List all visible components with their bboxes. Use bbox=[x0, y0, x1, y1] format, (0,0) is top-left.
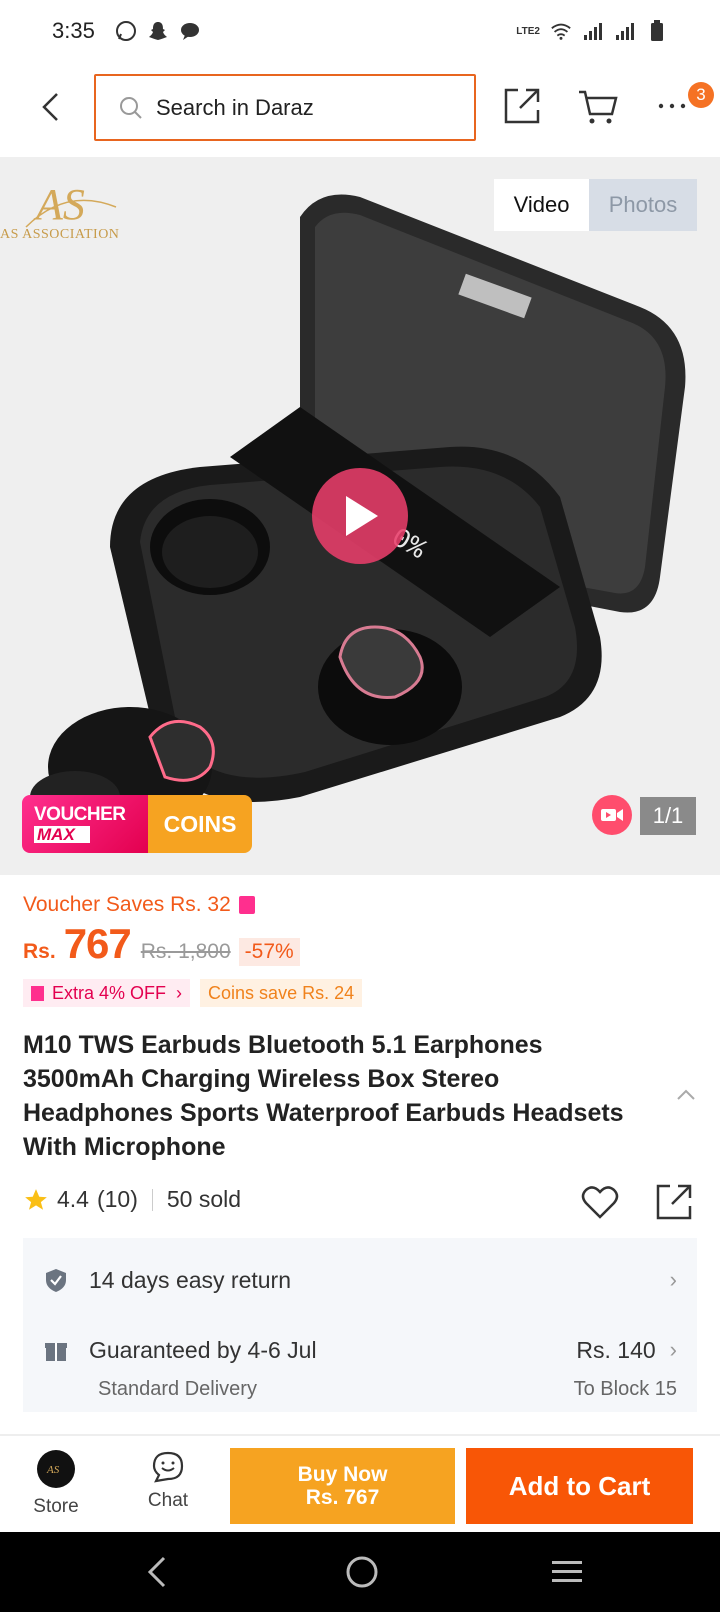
tab-photos[interactable]: Photos bbox=[589, 179, 697, 231]
wifi-icon bbox=[550, 20, 572, 42]
seller-logo-text: AS ASSOCIATION bbox=[0, 227, 120, 242]
wishlist-button[interactable] bbox=[580, 1182, 620, 1222]
add-to-cart-button[interactable]: Add to Cart bbox=[466, 1448, 693, 1524]
return-policy-text: 14 days easy return bbox=[89, 1266, 292, 1293]
buy-now-price: Rs. 767 bbox=[305, 1486, 380, 1509]
action-bar: AS Store Chat Buy Now Rs. 767 Add to Car… bbox=[0, 1436, 720, 1532]
notification-badge: 3 bbox=[688, 82, 714, 108]
extra-off-promo[interactable]: Extra 4% OFF › bbox=[23, 979, 191, 1007]
store-label: Store bbox=[33, 1496, 79, 1517]
delivery-type: Standard Delivery bbox=[98, 1378, 257, 1400]
seller-logo: AS bbox=[25, 180, 117, 229]
back-arrow-icon bbox=[42, 93, 58, 121]
extra-off-text: Extra 4% OFF bbox=[52, 982, 167, 1003]
shield-check-icon bbox=[46, 1269, 66, 1292]
price-row: Rs. 767 Rs. 1,800 -57% bbox=[23, 920, 300, 968]
product-gallery[interactable]: 0% AS AS ASSOCIATION Video Photos VOUCHE… bbox=[0, 157, 720, 875]
signal-icon-2 bbox=[614, 20, 636, 42]
status-bar: 3:35 LTE2 bbox=[0, 0, 720, 62]
status-time: 3:35 bbox=[52, 18, 95, 43]
discount-badge: -57% bbox=[238, 938, 300, 966]
share-icon bbox=[504, 88, 540, 124]
store-button[interactable]: AS Store bbox=[24, 1450, 88, 1520]
more-dots-icon bbox=[658, 103, 686, 109]
delivery-location: To Block 15 bbox=[573, 1378, 677, 1400]
message-icon bbox=[179, 20, 201, 42]
image-page-counter: 1/1 bbox=[640, 797, 696, 835]
play-video-button[interactable] bbox=[312, 468, 408, 564]
cart-button[interactable] bbox=[576, 84, 620, 128]
chat-label: Chat bbox=[147, 1490, 189, 1511]
search-placeholder: Search in Daraz bbox=[156, 94, 314, 120]
return-policy-row[interactable]: 14 days easy return › bbox=[43, 1260, 677, 1300]
coins-label: COINS bbox=[148, 795, 252, 853]
svg-text:AS: AS bbox=[46, 1464, 60, 1476]
chevron-right-icon: › bbox=[669, 1267, 677, 1292]
voucher-max-label: MAX bbox=[34, 826, 90, 843]
chat-button[interactable]: Chat bbox=[136, 1450, 200, 1520]
delivery-guarantee-text: Guaranteed by 4-6 Jul bbox=[89, 1336, 317, 1363]
play-icon bbox=[346, 496, 378, 536]
voucher-saves[interactable]: Voucher Saves Rs. 32 bbox=[23, 893, 255, 917]
nav-home-icon[interactable] bbox=[344, 1554, 380, 1590]
chevron-right-icon: › bbox=[669, 1337, 677, 1362]
snapchat-icon bbox=[147, 20, 169, 42]
coins-save-promo[interactable]: Coins save Rs. 24 bbox=[200, 979, 363, 1007]
delivery-price: Rs. 140 bbox=[576, 1336, 656, 1363]
share-button[interactable] bbox=[500, 84, 544, 128]
signal-icon bbox=[582, 20, 604, 42]
rating-row[interactable]: 4.4 (10) 50 sold bbox=[23, 1186, 241, 1213]
battery-icon bbox=[646, 20, 668, 42]
sold-count: 50 sold bbox=[166, 1186, 242, 1212]
media-tabs: Video Photos bbox=[494, 179, 697, 231]
more-menu-button[interactable] bbox=[650, 84, 694, 128]
nav-back-icon[interactable] bbox=[140, 1552, 176, 1592]
chat-icon bbox=[152, 1451, 184, 1483]
original-price: Rs. 1,800 bbox=[140, 940, 231, 963]
service-card: 14 days easy return › Guaranteed by 4-6 … bbox=[23, 1238, 697, 1412]
nav-recents-icon[interactable] bbox=[550, 1556, 584, 1588]
star-icon bbox=[25, 1188, 47, 1210]
price-value: 767 bbox=[63, 920, 132, 967]
back-button[interactable] bbox=[30, 87, 70, 127]
promo-row: Extra 4% OFF › Coins save Rs. 24 bbox=[23, 979, 363, 1007]
price-currency: Rs. bbox=[23, 940, 56, 963]
chevron-right-icon: › bbox=[176, 982, 183, 1003]
buy-now-button[interactable]: Buy Now Rs. 767 bbox=[230, 1448, 455, 1524]
tab-video[interactable]: Video bbox=[494, 179, 589, 231]
search-input[interactable]: Search in Daraz bbox=[94, 74, 476, 141]
store-avatar: AS bbox=[37, 1450, 75, 1488]
share-icon bbox=[656, 1184, 692, 1220]
voucher-saves-text: Voucher Saves Rs. 32 bbox=[23, 893, 231, 916]
system-nav-bar bbox=[0, 1532, 720, 1612]
rating-count: (10) bbox=[96, 1186, 138, 1212]
header: Search in Daraz 3 bbox=[0, 62, 720, 157]
voucher-icon bbox=[31, 985, 44, 1001]
rating-value: 4.4 bbox=[57, 1186, 89, 1212]
divider bbox=[151, 1188, 153, 1211]
cart-icon bbox=[579, 90, 618, 124]
delivery-row[interactable]: Guaranteed by 4-6 Jul Rs. 140 › bbox=[43, 1330, 677, 1370]
search-icon bbox=[120, 96, 142, 119]
whatsapp-icon bbox=[115, 20, 137, 42]
video-camera-icon[interactable] bbox=[592, 795, 632, 835]
product-title: M10 TWS Earbuds Bluetooth 5.1 Earphones … bbox=[23, 1031, 624, 1161]
share-product-button[interactable] bbox=[652, 1180, 696, 1224]
voucher-icon bbox=[238, 896, 255, 914]
buy-now-label: Buy Now bbox=[297, 1463, 388, 1486]
lte-indicator: LTE2 bbox=[516, 25, 540, 37]
chevron-up-icon[interactable] bbox=[676, 1088, 696, 1102]
voucher-max-coins-badge: VOUCHER MAX COINS bbox=[22, 795, 252, 853]
voucher-label: VOUCHER bbox=[34, 804, 126, 825]
delivery-box-icon bbox=[45, 1343, 67, 1361]
heart-icon bbox=[581, 1186, 619, 1219]
